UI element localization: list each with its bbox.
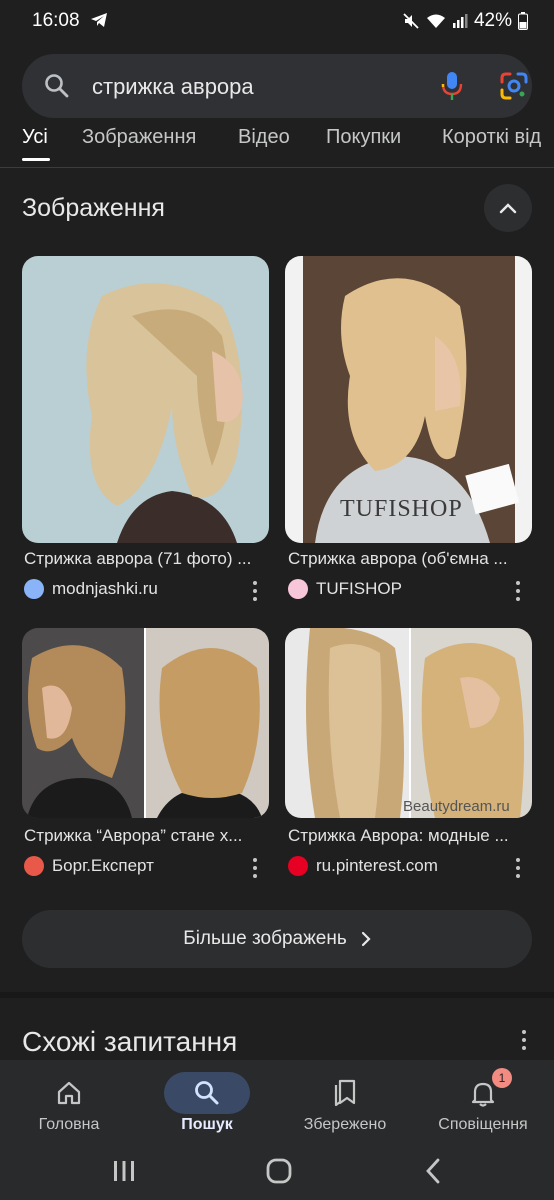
nav-search-label: Пошук <box>181 1116 233 1133</box>
nav-home-label: Головна <box>38 1116 100 1133</box>
mute-icon <box>403 13 419 29</box>
tabs-divider <box>0 167 554 168</box>
google-lens-icon[interactable] <box>500 72 528 100</box>
image-result-1[interactable] <box>22 256 269 543</box>
notification-badge: 1 <box>492 1068 512 1088</box>
nav-saved[interactable]: Збережено <box>276 1060 414 1150</box>
nav-home[interactable]: Головна <box>0 1060 138 1150</box>
search-tabs: Усі Зображення Відео Покупки Короткі від <box>0 118 554 168</box>
more-images-label: Більше зображень <box>183 928 347 949</box>
search-icon <box>45 74 69 98</box>
image-source-4[interactable]: ru.pinterest.com <box>316 856 438 876</box>
nav-notifications[interactable]: 1 Сповіщення <box>414 1060 552 1150</box>
telegram-icon <box>91 13 107 27</box>
more-options-icon[interactable] <box>252 581 258 601</box>
nav-notifications-label: Сповіщення <box>438 1116 528 1133</box>
image-thumbnail <box>22 256 269 543</box>
image-source-2[interactable]: TUFISHOP <box>316 579 402 599</box>
image-watermark: Beautydream.ru <box>403 798 510 815</box>
pinterest-icon <box>288 856 308 876</box>
more-options-icon[interactable] <box>521 1030 527 1050</box>
image-watermark: TUFISHOP <box>340 496 463 522</box>
tab-shopping[interactable]: Покупки <box>326 126 401 149</box>
status-time: 16:08 <box>32 10 80 31</box>
image-source-1[interactable]: modnjashki.ru <box>52 579 158 599</box>
bottom-navigation: Головна Пошук Збережено 1 Сповіщення <box>0 1060 554 1150</box>
mic-icon[interactable] <box>440 71 464 101</box>
site-favicon <box>24 856 44 876</box>
image-result-3[interactable] <box>22 628 269 818</box>
more-options-icon[interactable] <box>515 858 521 878</box>
system-navigation-bar <box>0 1150 554 1200</box>
tab-shorts[interactable]: Короткі від <box>442 126 541 149</box>
image-result-2[interactable]: TUFISHOP <box>285 256 532 543</box>
active-tab-indicator <box>22 158 50 161</box>
home-icon <box>57 1081 81 1105</box>
tab-images[interactable]: Зображення <box>82 126 196 149</box>
nav-saved-label: Збережено <box>303 1116 387 1133</box>
home-button-icon[interactable] <box>266 1158 292 1184</box>
back-icon[interactable] <box>424 1158 442 1184</box>
image-caption-3[interactable]: Стрижка “Аврора” стане х... <box>24 826 268 846</box>
tab-video[interactable]: Відео <box>238 126 290 149</box>
site-favicon <box>24 579 44 599</box>
more-options-icon[interactable] <box>515 581 521 601</box>
search-bar[interactable]: стрижка аврора <box>22 54 532 118</box>
search-icon <box>195 1081 219 1105</box>
image-caption-4[interactable]: Стрижка Аврора: модные ... <box>288 826 532 846</box>
site-favicon <box>288 579 308 599</box>
battery-icon <box>518 12 528 30</box>
status-bar: 16:08 42% <box>0 0 554 42</box>
signal-icon <box>452 14 468 28</box>
recent-apps-icon[interactable] <box>112 1160 136 1182</box>
nav-search[interactable]: Пошук <box>138 1060 276 1150</box>
related-questions-title: Схожі запитання <box>22 1026 238 1057</box>
image-caption-2[interactable]: Стрижка аврора (об'ємна ... <box>288 549 532 569</box>
bookmarks-icon <box>334 1079 356 1107</box>
bell-icon <box>471 1082 495 1107</box>
more-options-icon[interactable] <box>252 858 258 878</box>
image-source-3[interactable]: Борг.Експерт <box>52 856 154 876</box>
images-section-title: Зображення <box>22 194 165 222</box>
image-thumbnail <box>22 628 269 818</box>
image-thumbnail <box>285 628 532 818</box>
image-result-4[interactable]: Beautydream.ru <box>285 628 532 818</box>
image-caption-1[interactable]: Стрижка аврора (71 фото) ... <box>24 549 268 569</box>
search-query[interactable]: стрижка аврора <box>92 74 254 100</box>
more-images-button[interactable]: Більше зображень <box>22 910 532 968</box>
tab-all[interactable]: Усі <box>22 126 48 149</box>
battery-percent: 42% <box>473 10 512 31</box>
section-divider <box>0 992 554 998</box>
wifi-icon <box>426 14 445 28</box>
collapse-button[interactable] <box>484 184 532 232</box>
chevron-right-icon <box>361 931 371 947</box>
chevron-up-icon <box>499 203 517 214</box>
